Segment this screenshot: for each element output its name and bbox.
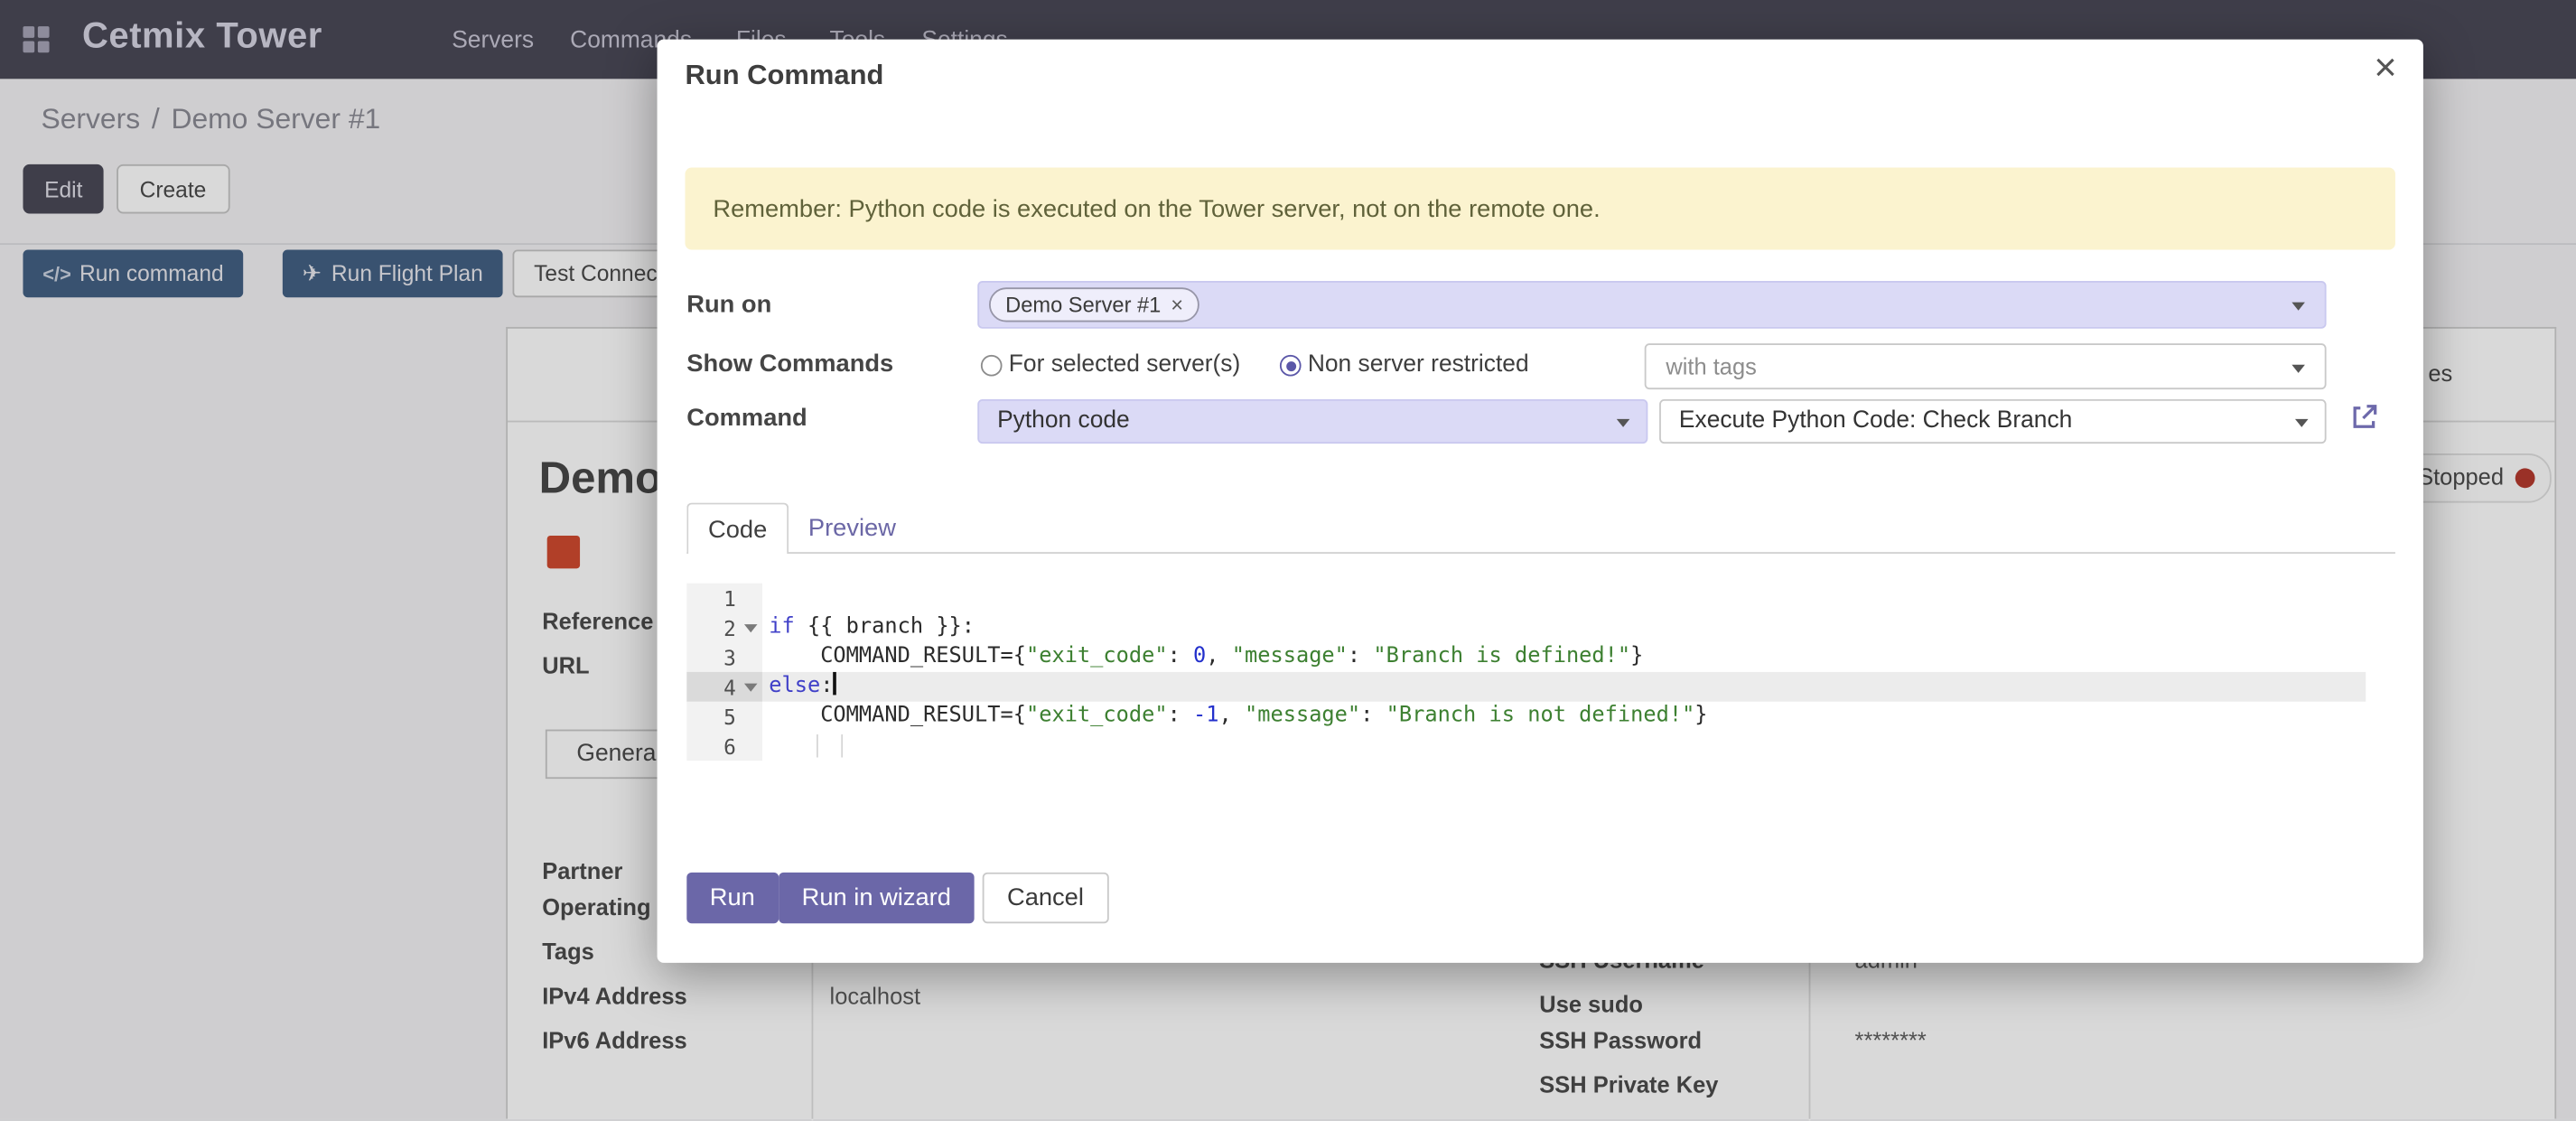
run-on-select[interactable]: Demo Server #1 × (977, 281, 2326, 329)
server-chip[interactable]: Demo Server #1 × (989, 287, 1199, 322)
gutter-line: 6 (686, 731, 762, 761)
warning-text: Remember: Python code is executed on the… (713, 195, 1600, 223)
chip-remove-icon[interactable]: × (1171, 293, 1183, 317)
command-select[interactable]: Execute Python Code: Check Branch (1659, 399, 2326, 444)
editor-code: if {{ branch }}: COMMAND_RESULT={"exit_c… (762, 584, 2366, 761)
tags-placeholder: with tags (1666, 353, 1756, 379)
chevron-down-icon (2291, 365, 2305, 373)
cancel-button[interactable]: Cancel (983, 873, 1109, 923)
radio-non-server-restricted[interactable] (1280, 355, 1302, 377)
gutter-line: 4 (686, 672, 762, 702)
command-value: Execute Python Code: Check Branch (1679, 407, 2072, 434)
code-line[interactable]: COMMAND_RESULT={"exit_code": 0, "message… (762, 642, 2366, 672)
fold-toggle-icon[interactable] (744, 684, 758, 692)
code-line[interactable]: COMMAND_RESULT={"exit_code": -1, "messag… (762, 702, 2366, 732)
radio-non-server-restricted-label[interactable]: Non server restricted (1308, 351, 1529, 378)
chevron-down-icon (1617, 419, 1630, 427)
gutter-line: 1 (686, 584, 762, 613)
run-button[interactable]: Run (686, 873, 778, 923)
gutter-line: 3 (686, 642, 762, 672)
fold-toggle-icon[interactable] (744, 624, 758, 632)
tags-select[interactable]: with tags (1645, 343, 2327, 389)
run-in-wizard-button[interactable]: Run in wizard (779, 873, 974, 923)
command-type-select[interactable]: Python code (977, 399, 1647, 444)
code-line[interactable]: else: (762, 672, 2366, 702)
tab-divider (686, 552, 2395, 554)
tab-code[interactable]: Code (686, 503, 789, 554)
modal-title: Run Command (685, 59, 883, 91)
close-icon[interactable]: × (2374, 50, 2396, 89)
editor-gutter: 123456 (686, 584, 762, 761)
command-type-value: Python code (997, 407, 1130, 434)
gutter-line: 5 (686, 702, 762, 732)
radio-selected-servers[interactable] (981, 355, 1003, 377)
chevron-down-icon (2295, 419, 2309, 427)
server-chip-label: Demo Server #1 (1005, 293, 1161, 317)
show-commands-label: Show Commands (686, 350, 893, 378)
code-editor[interactable]: 123456 if {{ branch }}: COMMAND_RESULT={… (686, 584, 2366, 761)
code-line[interactable]: if {{ branch }}: (762, 612, 2366, 642)
run-on-label: Run on (686, 291, 771, 319)
radio-selected-servers-label[interactable]: For selected server(s) (1009, 351, 1240, 378)
command-label: Command (686, 404, 807, 432)
code-line[interactable] (762, 731, 2366, 761)
gutter-line: 2 (686, 612, 762, 642)
code-line[interactable] (762, 584, 2366, 613)
tab-preview[interactable]: Preview (808, 514, 896, 542)
warning-banner: Remember: Python code is executed on the… (685, 168, 2394, 250)
run-command-modal: Run Command × Remember: Python code is e… (658, 40, 2423, 963)
text-cursor (833, 672, 836, 695)
external-link-icon[interactable] (2349, 403, 2379, 433)
chevron-down-icon (2291, 303, 2305, 311)
screen: Cetmix Tower Servers Commands Files Tool… (0, 0, 2576, 1119)
